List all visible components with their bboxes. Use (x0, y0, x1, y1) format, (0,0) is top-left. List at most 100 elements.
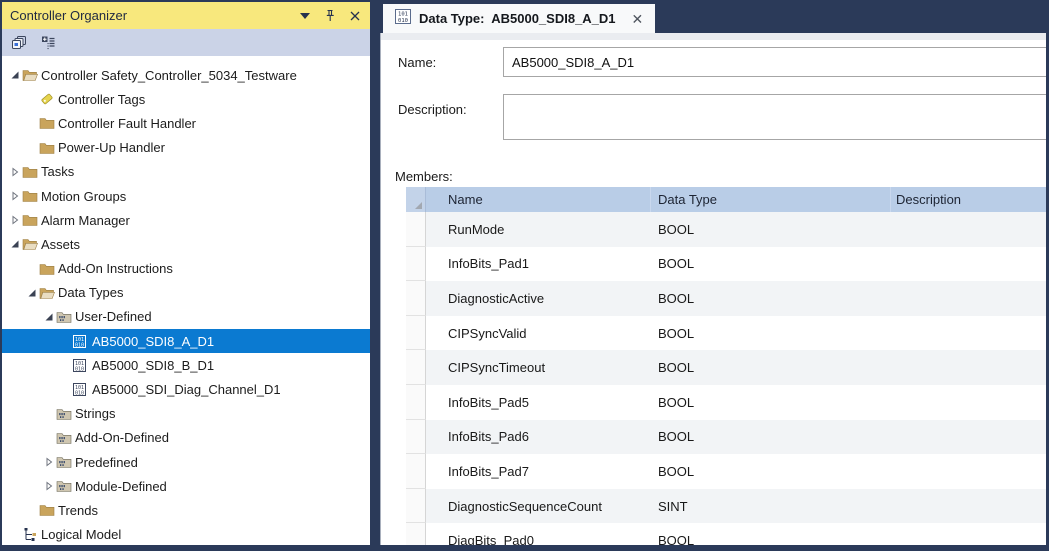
tree-item-trends[interactable]: Trends (2, 498, 370, 522)
cell-data-type[interactable]: BOOL (651, 247, 891, 282)
tree-item-label: Motion Groups (41, 189, 126, 204)
cell-name[interactable]: InfoBits_Pad7 (426, 454, 651, 489)
tree-item-user-defined[interactable]: User-Defined (2, 305, 370, 329)
cell-data-type[interactable]: BOOL (651, 385, 891, 420)
tree-item-ab5000-sdi8-a-d1[interactable]: 101010AB5000_SDI8_A_D1 (2, 329, 370, 353)
tree-expanded-arrow-icon[interactable] (25, 288, 39, 298)
tree-item-label: Alarm Manager (41, 213, 130, 228)
tree-expanded-arrow-icon[interactable] (8, 239, 22, 249)
folder-open-icon (22, 67, 41, 83)
column-header-data-type[interactable]: Data Type (651, 187, 891, 212)
organizer-toolbar (2, 29, 370, 56)
panel-splitter[interactable] (370, 2, 380, 545)
type-folder-icon (56, 309, 75, 325)
cell-name[interactable]: RunMode (426, 212, 651, 247)
tree-item-data-types[interactable]: Data Types (2, 281, 370, 305)
cell-data-type[interactable]: BOOL (651, 420, 891, 455)
table-row-cipsyncvalid: CIPSyncValidBOOL (406, 316, 1046, 351)
name-input[interactable] (503, 47, 1046, 77)
cell-description[interactable] (891, 247, 1046, 282)
tree-collapsed-arrow-icon[interactable] (8, 167, 22, 177)
close-icon[interactable] (350, 11, 360, 21)
tree-item-ab5000-sdi8-b-d1[interactable]: 101010AB5000_SDI8_B_D1 (2, 353, 370, 377)
row-selector[interactable] (406, 420, 426, 455)
tree-item-assets[interactable]: Assets (2, 232, 370, 256)
pin-icon[interactable] (324, 9, 336, 22)
cell-data-type[interactable]: SINT (651, 489, 891, 524)
column-header-name[interactable]: Name (426, 187, 651, 212)
tree-collapsed-arrow-icon[interactable] (8, 215, 22, 225)
cell-name[interactable]: CIPSyncTimeout (426, 350, 651, 385)
tree-item-logical-model[interactable]: Logical Model (2, 523, 370, 545)
grid-select-all-corner[interactable] (406, 187, 426, 212)
tree-item-alarm-manager[interactable]: Alarm Manager (2, 208, 370, 232)
cell-name[interactable]: DiagnosticSequenceCount (426, 489, 651, 524)
column-header-description[interactable]: Description (891, 187, 1046, 212)
cell-data-type[interactable]: BOOL (651, 212, 891, 247)
cell-data-type[interactable]: BOOL (651, 523, 891, 545)
tree-item-strings[interactable]: Strings (2, 402, 370, 426)
tree-item-controller-fault-handler[interactable]: Controller Fault Handler (2, 111, 370, 135)
cell-name[interactable]: InfoBits_Pad5 (426, 385, 651, 420)
cell-name[interactable]: InfoBits_Pad6 (426, 420, 651, 455)
cell-description[interactable] (891, 454, 1046, 489)
description-input[interactable] (503, 94, 1046, 140)
tree-item-power-up-handler[interactable]: Power-Up Handler (2, 136, 370, 160)
type-folder-icon (56, 478, 75, 494)
logical-model-icon (22, 527, 41, 543)
members-grid: Name Data Type Description RunModeBOOLIn… (406, 187, 1046, 545)
tab-close-icon[interactable]: ✕ (632, 12, 644, 26)
tree-item-label: Assets (41, 237, 80, 252)
row-selector[interactable] (406, 212, 426, 247)
row-selector[interactable] (406, 281, 426, 316)
row-selector[interactable] (406, 350, 426, 385)
tree-item-module-defined[interactable]: Module-Defined (2, 474, 370, 498)
tree-collapsed-arrow-icon[interactable] (42, 457, 56, 467)
tree-item-controller-safety-controller-5034-testware[interactable]: Controller Safety_Controller_5034_Testwa… (2, 63, 370, 87)
row-selector[interactable] (406, 454, 426, 489)
row-selector[interactable] (406, 385, 426, 420)
cell-data-type[interactable]: BOOL (651, 454, 891, 489)
chevron-down-icon[interactable] (300, 13, 310, 19)
cell-description[interactable] (891, 385, 1046, 420)
tree-collapsed-arrow-icon[interactable] (42, 481, 56, 491)
tree-collapsed-arrow-icon[interactable] (8, 191, 22, 201)
svg-text:010: 010 (75, 390, 84, 396)
folder-open-icon (22, 236, 41, 252)
cell-description[interactable] (891, 350, 1046, 385)
collapse-all-icon[interactable] (10, 34, 28, 51)
cell-name[interactable]: DiagnosticActive (426, 281, 651, 316)
cell-name[interactable]: InfoBits_Pad1 (426, 247, 651, 282)
tree-item-tasks[interactable]: Tasks (2, 160, 370, 184)
cell-description[interactable] (891, 316, 1046, 351)
cell-name[interactable]: CIPSyncValid (426, 316, 651, 351)
new-component-icon[interactable] (39, 34, 57, 51)
tree-expanded-arrow-icon[interactable] (8, 70, 22, 80)
tree-item-controller-tags[interactable]: Controller Tags (2, 87, 370, 111)
cell-data-type[interactable]: BOOL (651, 281, 891, 316)
tab-data-type[interactable]: 101 010 Data Type: AB5000_SDI8_A_D1 ✕ (383, 4, 655, 33)
cell-description[interactable] (891, 212, 1046, 247)
cell-description[interactable] (891, 489, 1046, 524)
cell-data-type[interactable]: BOOL (651, 316, 891, 351)
folder-icon (39, 502, 58, 518)
tree-item-add-on-instructions[interactable]: Add-On Instructions (2, 257, 370, 281)
cell-description[interactable] (891, 281, 1046, 316)
tree-item-predefined[interactable]: Predefined (2, 450, 370, 474)
tree-item-motion-groups[interactable]: Motion Groups (2, 184, 370, 208)
datatype-icon: 101010 (73, 335, 92, 348)
row-selector[interactable] (406, 247, 426, 282)
row-selector[interactable] (406, 523, 426, 545)
tree-item-add-on-defined[interactable]: Add-On-Defined (2, 426, 370, 450)
row-selector[interactable] (406, 489, 426, 524)
panel-header: Controller Organizer (2, 2, 370, 29)
cell-description[interactable] (891, 523, 1046, 545)
cell-data-type[interactable]: BOOL (651, 350, 891, 385)
row-selector[interactable] (406, 316, 426, 351)
data-type-form: Name: Description: Members: Name Data Ty… (380, 33, 1046, 545)
cell-description[interactable] (891, 420, 1046, 455)
tree-expanded-arrow-icon[interactable] (42, 312, 56, 322)
cell-name[interactable]: DiagBits_Pad0 (426, 523, 651, 545)
table-row-infobits-pad1: InfoBits_Pad1BOOL (406, 247, 1046, 282)
tree-item-ab5000-sdi-diag-channel-d1[interactable]: 101010AB5000_SDI_Diag_Channel_D1 (2, 377, 370, 401)
